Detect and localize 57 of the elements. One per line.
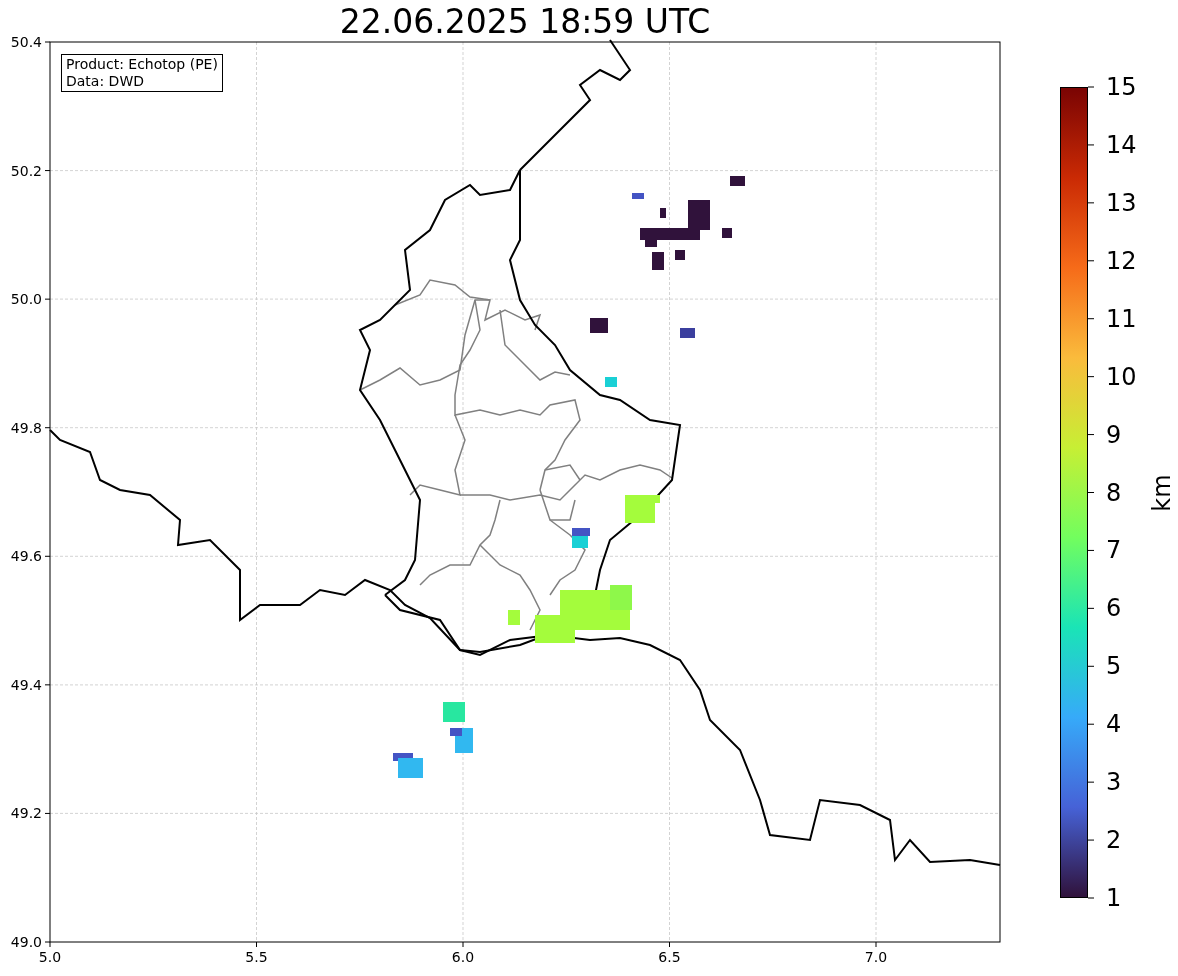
tick-mark	[1087, 897, 1095, 899]
tick-mark	[1087, 492, 1095, 493]
tick-mark	[1087, 839, 1095, 841]
colorbar-tick-label: 5	[1106, 652, 1123, 681]
tick-mark	[44, 298, 51, 300]
colorbar-tick-label: 11	[1106, 304, 1138, 333]
tick-mark	[1087, 318, 1095, 320]
colorbar-tick-label: 2	[1106, 826, 1123, 855]
tick-mark	[462, 941, 464, 948]
tick-mark	[1087, 434, 1095, 436]
tick-mark	[1087, 202, 1095, 204]
y-axis-label: 50.0	[9, 290, 42, 309]
tick-mark	[44, 170, 51, 172]
colorbar-label: km	[1146, 474, 1177, 512]
tick-mark	[44, 555, 51, 557]
colorbar-tick-label: 14	[1106, 130, 1138, 159]
tick-mark	[1087, 607, 1095, 609]
colorbar-tick-label: 3	[1106, 768, 1123, 797]
tick-mark	[1087, 665, 1095, 667]
colorbar-tick-label: 15	[1106, 73, 1138, 101]
colorbar-tick-label: 8	[1106, 478, 1123, 507]
info-text: Product: Echotop (PE) Data: DWD	[66, 56, 218, 90]
x-axis-label: 5.0	[37, 948, 63, 966]
x-axis-label: 7.0	[863, 948, 889, 966]
tick-mark	[44, 812, 51, 814]
y-axis-label: 50.4	[9, 33, 42, 51]
y-axis-label: 49.0	[9, 933, 42, 951]
tick-mark	[1087, 723, 1095, 725]
colorbar-tick-label: 7	[1106, 536, 1123, 565]
x-axis-label: 6.0	[450, 948, 476, 966]
colorbar-tick-label: 6	[1106, 594, 1123, 623]
tick-mark	[1087, 549, 1095, 551]
x-axis-label: 6.5	[657, 948, 682, 966]
tick-mark	[1087, 86, 1095, 88]
colorbar-tick-label: 10	[1106, 362, 1138, 391]
y-axis-label: 49.2	[9, 804, 42, 823]
y-axis-label: 49.6	[9, 547, 42, 566]
tick-mark	[256, 941, 257, 948]
tick-mark	[1087, 144, 1095, 146]
tick-mark	[44, 41, 51, 43]
tick-mark	[1087, 376, 1095, 378]
y-axis-label: 50.2	[9, 161, 42, 180]
y-axis-label: 49.4	[9, 675, 42, 694]
x-axis-label: 5.5	[244, 948, 269, 966]
tick-mark	[875, 941, 877, 948]
colorbar-tick-label: 1	[1106, 884, 1123, 912]
chart-title: 22.06.2025 18:59 UTC	[338, 2, 712, 42]
colorbar-tick-label: 4	[1106, 710, 1123, 739]
y-axis-label: 49.8	[9, 418, 42, 437]
colorbar-tick-label: 9	[1106, 420, 1123, 449]
tick-mark	[1087, 260, 1095, 262]
tick-mark	[1087, 781, 1095, 783]
tick-mark	[44, 427, 51, 429]
colorbar-tick-label: 12	[1106, 246, 1138, 275]
tick-mark	[669, 941, 670, 948]
tick-mark	[44, 684, 51, 686]
colorbar-tick-label: 13	[1106, 188, 1138, 217]
